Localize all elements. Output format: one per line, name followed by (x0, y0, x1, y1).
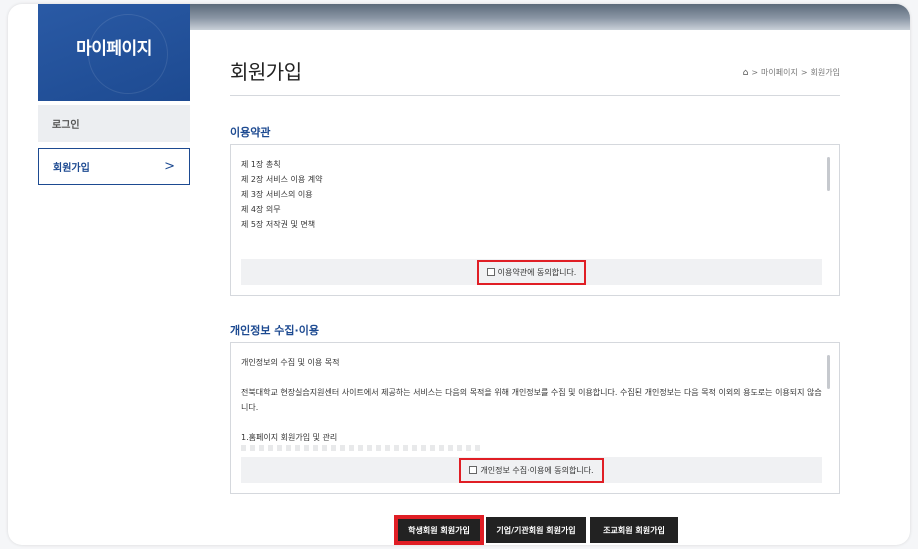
terms-agree-label: 이용약관에 동의합니다. (497, 267, 577, 277)
sidebar-item-label: 회원가입 (53, 163, 90, 174)
privacy-box[interactable]: 개인정보의 수집 및 이용 목적 전북대학교 현장실습지원센터 사이트에서 제공… (230, 342, 840, 494)
breadcrumb-separator: > (800, 68, 808, 77)
sidebar-item-login[interactable]: 로그인 (38, 105, 190, 142)
terms-box[interactable]: 제 1장 총칙 제 2장 서비스 이용 계약 제 3장 서비스의 이용 제 4장… (230, 144, 840, 296)
breadcrumb-mypage[interactable]: 마이페이지 (761, 67, 798, 78)
terms-content: 제 1장 총칙 제 2장 서비스 이용 계약 제 3장 서비스의 이용 제 4장… (241, 157, 323, 232)
terms-line: 제 2장 서비스 이용 계약 (241, 175, 323, 184)
privacy-paragraph: 1.홈페이지 회원가입 및 관리 (241, 433, 338, 442)
terms-line: 제 4장 의무 (241, 205, 281, 214)
privacy-scrollbar[interactable] (827, 355, 830, 389)
breadcrumb-separator: > (751, 68, 759, 77)
privacy-content: 개인정보의 수집 및 이용 목적 전북대학교 현장실습지원센터 사이트에서 제공… (241, 355, 826, 445)
clipped-text-line (241, 445, 481, 451)
terms-scrollbar[interactable] (827, 157, 830, 191)
sidebar-header: 마이페이지 (38, 4, 190, 101)
privacy-agree-label: 개인정보 수집·이용에 동의합니다. (480, 465, 594, 475)
page-frame: 마이페이지 로그인 회원가입 > 회원가입 ⌂ > 마이페이지 > 회원가입 이… (8, 4, 910, 545)
checkbox-icon[interactable] (469, 466, 478, 474)
title-divider (230, 95, 840, 96)
sidebar-item-label: 로그인 (52, 120, 80, 131)
privacy-agree-checkbox[interactable]: 개인정보 수집·이용에 동의합니다. (459, 457, 604, 483)
privacy-agree-bar: 개인정보 수집·이용에 동의합니다. (241, 457, 822, 483)
privacy-paragraph: 개인정보의 수집 및 이용 목적 (241, 358, 340, 367)
checkbox-icon[interactable] (486, 268, 495, 276)
terms-line: 제 3장 서비스의 이용 (241, 190, 313, 199)
terms-line: 제 1장 총칙 (241, 160, 281, 169)
terms-agree-checkbox[interactable]: 이용약관에 동의합니다. (476, 259, 587, 285)
privacy-section-title: 개인정보 수집·이용 (230, 324, 319, 337)
student-signup-button[interactable]: 학생회원 회원가입 (394, 515, 484, 545)
breadcrumb: ⌂ > 마이페이지 > 회원가입 (743, 67, 840, 78)
home-icon[interactable]: ⌂ (743, 68, 749, 78)
assistant-signup-button[interactable]: 조교회원 회원가입 (590, 517, 678, 543)
breadcrumb-join[interactable]: 회원가입 (811, 67, 840, 78)
privacy-paragraph: 전북대학교 현장실습지원센터 사이트에서 제공하는 서비스는 다음의 목적을 위… (241, 388, 822, 412)
chevron-right-icon: > (164, 159, 175, 174)
terms-agree-bar: 이용약관에 동의합니다. (241, 259, 822, 285)
top-banner-image (188, 4, 910, 30)
sidebar-item-join[interactable]: 회원가입 > (38, 148, 190, 185)
signup-button-row: 학생회원 회원가입 기업/기관회원 회원가입 조교회원 회원가입 (394, 515, 678, 545)
page-title: 회원가입 (230, 60, 302, 84)
sidebar-menu: 로그인 회원가입 > (38, 105, 190, 185)
sidebar-title: 마이페이지 (76, 39, 152, 59)
company-signup-button[interactable]: 기업/기관회원 회원가입 (486, 517, 586, 543)
terms-line: 제 5장 저작권 및 면책 (241, 220, 316, 229)
terms-section-title: 이용약관 (230, 126, 271, 139)
